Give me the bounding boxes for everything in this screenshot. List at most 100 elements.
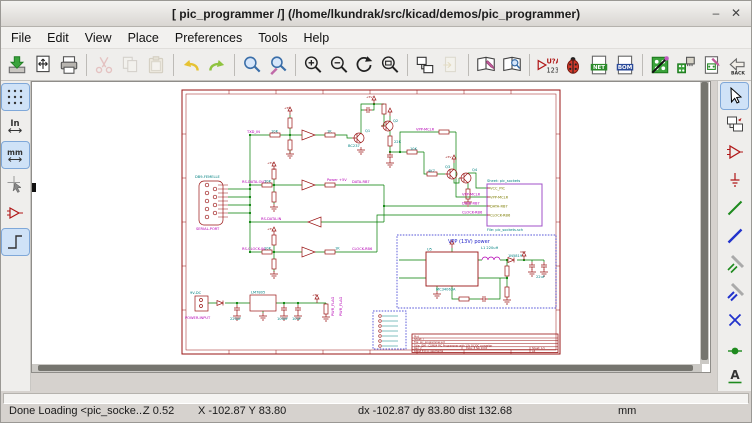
- cvpcb-icon: [675, 54, 697, 76]
- canvas-left-marker: [32, 183, 36, 192]
- assign-footprints-button[interactable]: [673, 51, 699, 79]
- menu-preferences[interactable]: Preferences: [167, 29, 250, 47]
- place-junction-button[interactable]: [721, 335, 748, 361]
- no-connect-icon: [725, 310, 745, 330]
- units-mm-button[interactable]: mm: [2, 142, 29, 168]
- hierarchy-icon: [414, 54, 436, 76]
- grid-toggle-button[interactable]: [2, 84, 29, 110]
- bus-entry-icon: [725, 282, 745, 302]
- vertical-scrollbar-thumb[interactable]: [701, 82, 708, 360]
- erc-ladybug-icon: [562, 54, 584, 76]
- menu-place[interactable]: Place: [120, 29, 167, 47]
- schematic-text: SERIAL-PORT: [196, 227, 220, 231]
- zoom-in-button[interactable]: [300, 51, 326, 79]
- menu-file[interactable]: File: [3, 29, 39, 47]
- hidden-pins-button[interactable]: [2, 200, 29, 226]
- schematic-canvas[interactable]: DB9-FEMELLESERIAL-PORTTXD_IN10K1KQ1BC237…: [31, 81, 711, 373]
- hierarchy-navigator-button[interactable]: [412, 51, 438, 79]
- zoom-fit-button[interactable]: [377, 51, 403, 79]
- net-text: NET: [593, 65, 605, 71]
- place-bus-button[interactable]: [721, 223, 748, 249]
- print-icon: [58, 54, 80, 76]
- footprint-fields-button[interactable]: [699, 51, 725, 79]
- page-settings-button[interactable]: [30, 51, 56, 79]
- schematic-text: 10K: [264, 180, 272, 184]
- netlist-button[interactable]: NET: [586, 51, 612, 79]
- redo-icon: [206, 54, 228, 76]
- place-wire-button[interactable]: [721, 195, 748, 221]
- find-button[interactable]: [239, 51, 265, 79]
- schematic-text: TXD_IN: [246, 130, 260, 134]
- back-annotate-button[interactable]: BACK: [725, 51, 751, 79]
- label-a-text: A: [730, 368, 740, 382]
- left-toolbar: In mm: [1, 81, 31, 391]
- minimize-button[interactable]: –: [707, 1, 725, 25]
- window-title: [ pic_programmer /] (/home/lkundrak/src/…: [172, 7, 580, 21]
- schematic-text: 10K: [410, 147, 418, 151]
- toolbar-separator: [234, 54, 235, 76]
- titlebar[interactable]: [ pic_programmer /] (/home/lkundrak/src/…: [1, 1, 751, 27]
- library-editor-button[interactable]: [473, 51, 499, 79]
- menu-view[interactable]: View: [77, 29, 120, 47]
- status-units: mm: [618, 405, 636, 417]
- horizontal-scrollbar[interactable]: [32, 364, 702, 372]
- undo-button[interactable]: [178, 51, 204, 79]
- vertical-scrollbar[interactable]: [700, 82, 709, 364]
- wire-icon: [725, 198, 745, 218]
- zoom-in-icon: [302, 54, 324, 76]
- schematic-text: POWER-INPUT: [185, 316, 211, 320]
- annotate-button[interactable]: U?A123: [534, 51, 560, 79]
- schematic-text: +5V: [267, 227, 274, 231]
- back-annotate-icon: BACK: [727, 54, 749, 76]
- inches-icon: In: [5, 116, 25, 136]
- close-button[interactable]: ✕: [727, 1, 745, 25]
- mm-icon: mm: [5, 145, 25, 165]
- place-label-button[interactable]: A: [721, 363, 748, 389]
- hierarchy-tool-button[interactable]: [721, 111, 748, 137]
- menu-tools[interactable]: Tools: [250, 29, 295, 47]
- schematic-text: PWR_FLAG: [339, 296, 343, 316]
- menu-edit[interactable]: Edit: [39, 29, 77, 47]
- bus-to-bus-entry-button[interactable]: [721, 279, 748, 305]
- redraw-button[interactable]: [352, 51, 378, 79]
- bom-button[interactable]: BOM: [612, 51, 638, 79]
- print-button[interactable]: [56, 51, 82, 79]
- horizontal-scrollbar-thumb[interactable]: [38, 365, 693, 371]
- wire-to-bus-entry-button[interactable]: [721, 251, 748, 277]
- schematic-text: KiCad E.D.A. eeschema: [414, 349, 444, 353]
- zoom-out-button[interactable]: [326, 51, 352, 79]
- select-tool-button[interactable]: [721, 83, 748, 109]
- hidden-pins-icon: [5, 203, 25, 223]
- wires: [208, 104, 544, 313]
- schematic-text: 1N5819: [508, 254, 523, 258]
- schematic-text: RS-DATA-IN: [261, 217, 282, 221]
- library-browser-button[interactable]: [499, 51, 525, 79]
- find-replace-button[interactable]: [265, 51, 291, 79]
- zoom-out-icon: [328, 54, 350, 76]
- status-cursor-position: X -102.87 Y 83.80: [198, 405, 286, 417]
- units-inches-button[interactable]: In: [2, 113, 29, 139]
- save-button[interactable]: [4, 51, 30, 79]
- place-power-port-button[interactable]: [721, 167, 748, 193]
- find-replace-icon: [267, 54, 289, 76]
- right-toolbar: A: [717, 81, 751, 391]
- main-area: In mm: [1, 81, 751, 391]
- no-connect-button[interactable]: [721, 307, 748, 333]
- erc-button[interactable]: [560, 51, 586, 79]
- schematic-text: VPP-MCLR: [416, 128, 435, 132]
- paste-button: [143, 51, 169, 79]
- cut-button: [91, 51, 117, 79]
- run-pcbnew-button[interactable]: [647, 51, 673, 79]
- hv-wires-icon: [5, 232, 25, 252]
- schematic-text: DATA-RB7: [490, 205, 508, 209]
- paste-icon: [145, 54, 167, 76]
- cursor-shape-button[interactable]: [2, 171, 29, 197]
- schematic-text: +5V: [312, 293, 319, 297]
- toolbar-separator: [642, 54, 643, 76]
- menu-help[interactable]: Help: [295, 29, 337, 47]
- place-component-button[interactable]: [721, 139, 748, 165]
- hv-wires-button[interactable]: [2, 229, 29, 255]
- schematic-text: 4K7: [428, 169, 435, 173]
- schematic-text: Q3: [445, 165, 450, 169]
- redo-button[interactable]: [204, 51, 230, 79]
